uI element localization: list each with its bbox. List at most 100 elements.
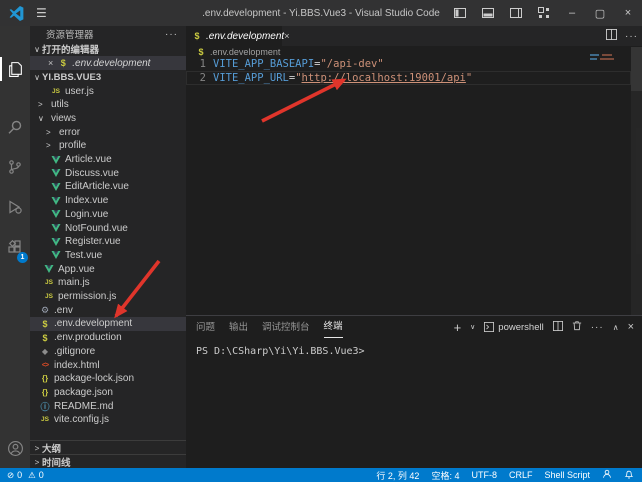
close-icon[interactable]: × [48, 58, 53, 68]
terminal-profile[interactable]: powershell [484, 322, 543, 333]
panel-tab-终端[interactable]: 终端 [324, 316, 343, 338]
tree-file-Register.vue[interactable]: Register.vue [30, 235, 186, 249]
chevron-down-icon: ∨ [32, 45, 42, 54]
source-control-icon[interactable] [0, 153, 30, 181]
activity-bar: 1 [0, 26, 30, 468]
feedback-icon[interactable] [602, 469, 612, 481]
close-button[interactable]: × [614, 0, 642, 26]
tree-file-.env.development[interactable]: $.env.development [30, 317, 186, 331]
kill-terminal-icon[interactable] [572, 320, 582, 334]
indentation[interactable]: 空格: 4 [431, 469, 459, 482]
tree-file-user.js[interactable]: JSuser.js [30, 84, 186, 98]
minimize-button[interactable]: – [558, 0, 586, 26]
tree-file-vite.config.js[interactable]: JSvite.config.js [30, 413, 186, 427]
language-mode[interactable]: Shell Script [544, 470, 590, 480]
close-panel-icon[interactable]: × [628, 321, 634, 333]
tree-folder-profile[interactable]: >profile [30, 139, 186, 153]
tree-folder-utils[interactable]: >utils [30, 98, 186, 112]
tree-file-Discuss.vue[interactable]: Discuss.vue [30, 166, 186, 180]
account-icon[interactable] [0, 434, 30, 462]
warning-icon: ⚠ [28, 470, 36, 481]
open-editor-item[interactable]: × $ .env.development [30, 56, 186, 70]
project-root-header[interactable]: ∨ YI.BBS.VUE3 [30, 70, 186, 84]
panel-tab-bar: 问题输出调试控制台终端 [196, 316, 343, 338]
tree-file-package.json[interactable]: {}package.json [30, 385, 186, 399]
line-number: 1 [186, 58, 206, 70]
toggle-sidebar-icon[interactable] [446, 0, 474, 26]
panel-more-actions-icon[interactable]: ··· [591, 322, 604, 333]
tree-folder-error[interactable]: >error [30, 125, 186, 139]
tree-file-EditArticle.vue[interactable]: EditArticle.vue [30, 180, 186, 194]
tree-file-Test.vue[interactable]: Test.vue [30, 248, 186, 262]
tree-file-main.js[interactable]: JSmain.js [30, 276, 186, 290]
open-editors-header[interactable]: ∨ 打开的编辑器 [30, 42, 186, 56]
extensions-icon[interactable]: 1 [0, 233, 30, 261]
panel-tab-问题[interactable]: 问题 [196, 317, 215, 338]
outline-section[interactable]: > 大纲 [30, 440, 186, 455]
split-terminal-icon[interactable] [553, 321, 563, 334]
json-icon: {} [40, 388, 50, 397]
tree-folder-views[interactable]: ∨views [30, 111, 186, 125]
sidebar-header: 资源管理器 ··· [30, 26, 186, 42]
tree-file-Index.vue[interactable]: Index.vue [30, 194, 186, 208]
new-terminal-icon[interactable]: + [454, 320, 462, 335]
toggle-secondary-sidebar-icon[interactable] [502, 0, 530, 26]
chevron-right-icon: > [32, 458, 42, 467]
split-editor-icon[interactable] [606, 27, 617, 45]
chevron-down-icon: ∨ [38, 114, 47, 123]
run-and-debug-icon[interactable] [0, 193, 30, 221]
more-actions-icon[interactable]: ··· [625, 31, 638, 42]
dollar-icon: $ [192, 31, 202, 41]
problems-status[interactable]: ⊘ 0 ⚠ 0 [7, 470, 44, 481]
js-icon: JS [44, 279, 54, 286]
tab-env-development[interactable]: $ .env.development × [186, 26, 282, 46]
bottom-panel: 问题输出调试控制台终端 + ∨ powershell ··· ∧ × PS D:… [186, 315, 642, 468]
timeline-section[interactable]: > 时间线 [30, 454, 186, 469]
chevron-right-icon: > [38, 100, 47, 109]
extensions-badge: 1 [17, 252, 28, 263]
status-bar: ⊘ 0 ⚠ 0 行 2, 列 42 空格: 4 UTF-8 CRLF Shell… [0, 468, 642, 482]
customize-layout-icon[interactable] [530, 0, 558, 26]
tree-file-permission.js[interactable]: JSpermission.js [30, 290, 186, 304]
search-icon[interactable] [0, 113, 30, 141]
minimap[interactable] [590, 54, 618, 64]
sidebar-more-actions-icon[interactable]: ··· [165, 29, 178, 40]
tree-file-App.vue[interactable]: App.vue [30, 262, 186, 276]
eol-sequence[interactable]: CRLF [509, 470, 533, 480]
tree-file-package-lock.json[interactable]: {}package-lock.json [30, 372, 186, 386]
encoding[interactable]: UTF-8 [471, 470, 497, 480]
chevron-down-icon: ∨ [32, 73, 42, 82]
minimap-slider[interactable] [631, 47, 642, 91]
tree-file-.env[interactable]: ⚙.env [30, 303, 186, 317]
error-icon: ⊘ [7, 470, 14, 481]
explorer-icon[interactable] [0, 55, 30, 83]
js-icon: JS [51, 88, 61, 95]
notifications-bell-icon[interactable] [624, 469, 634, 481]
tree-file-Article.vue[interactable]: Article.vue [30, 153, 186, 167]
file-tree: JSuser.js>utils∨views>error>profileArtic… [30, 84, 186, 428]
maximize-panel-icon[interactable]: ∧ [613, 323, 619, 332]
toggle-panel-icon[interactable] [474, 0, 502, 26]
tree-file-.gitignore[interactable]: ◆.gitignore [30, 344, 186, 358]
powershell-icon [484, 322, 494, 332]
breadcrumb[interactable]: $ .env.development [186, 46, 642, 57]
tab-label: .env.development [206, 31, 284, 42]
tree-file-index.html[interactable]: <>index.html [30, 358, 186, 372]
tab-close-icon[interactable]: × [284, 31, 289, 41]
cursor-position[interactable]: 行 2, 列 42 [376, 469, 419, 482]
vue-icon [51, 210, 61, 218]
panel-tab-调试控制台[interactable]: 调试控制台 [262, 317, 310, 338]
terminal-output[interactable]: PS D:\CSharp\Yi\Yi.BBS.Vue3> [196, 346, 365, 357]
maximize-button[interactable]: ▢ [586, 0, 614, 26]
panel-tab-输出[interactable]: 输出 [229, 317, 248, 338]
tree-file-NotFound.vue[interactable]: NotFound.vue [30, 221, 186, 235]
vue-icon [51, 169, 61, 177]
title-bar: ☰ .env.development - Yi.BBS.Vue3 - Visua… [0, 0, 642, 26]
chevron-right-icon: > [46, 141, 55, 150]
tree-file-.env.production[interactable]: $.env.production [30, 331, 186, 345]
tree-file-Login.vue[interactable]: Login.vue [30, 207, 186, 221]
tree-file-README.md[interactable]: ⓘREADME.md [30, 399, 186, 413]
editor-group: $ .env.development × ··· $ .env.developm… [186, 26, 642, 468]
terminal-dropdown-icon[interactable]: ∨ [470, 323, 475, 331]
vue-icon [51, 156, 61, 164]
